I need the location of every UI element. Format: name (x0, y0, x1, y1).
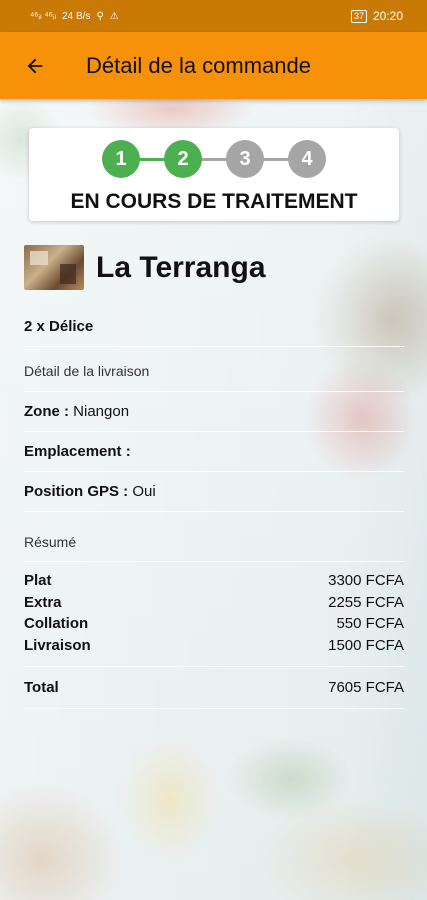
order-item: 2 x Délice (24, 317, 94, 335)
total-label: Total (24, 679, 59, 696)
order-item-row: 2 x Délice (24, 306, 404, 346)
summary-label: Plat (24, 572, 52, 589)
delivery-section-header: Détail de la livraison (24, 346, 404, 391)
arrow-left-icon (27, 58, 43, 73)
step-1: 1 (102, 140, 140, 178)
status-left: ⁴⁶ᵢₗ ⁴⁶ᵢₗ 24 B/s ⚲ ⚠ (30, 11, 119, 22)
summary-label: Extra (24, 593, 62, 611)
step-connector-2 (200, 158, 228, 161)
usb-icon: ⚲ (96, 10, 104, 22)
zone-value: Niangon (73, 403, 130, 420)
summary-line-livraison: Livraison 1500 FCFA (24, 635, 404, 657)
signal-icon: ⁴⁶ᵢₗ ⁴⁶ᵢₗ (30, 10, 57, 22)
battery-icon: 37 (350, 9, 367, 23)
page-title: Détail de la commande (86, 52, 312, 78)
restaurant-thumbnail (24, 245, 84, 290)
summary-label: Collation (24, 615, 89, 632)
app-bar: Détail de la commande (0, 32, 427, 99)
summary-line-collation: Collation 550 FCFA (24, 613, 404, 635)
warning-icon: ⚠ (109, 10, 119, 22)
order-status-text: EN COURS DE TRAITEMENT (70, 190, 358, 213)
summary-value: 2255 FCFA (328, 593, 404, 611)
step-connector-1 (138, 158, 166, 161)
summary-value: 550 FCFA (336, 615, 404, 632)
summary-value: 3300 FCFA (328, 572, 404, 589)
summary-section-header: Résumé (24, 511, 404, 561)
data-speed: 24 B/s (62, 10, 91, 22)
bottom-divider (24, 708, 404, 728)
progress-stepper: 1 2 3 4 (102, 140, 326, 178)
status-bar: ⁴⁶ᵢₗ ⁴⁶ᵢₗ 24 B/s ⚲ ⚠ 37 20:20 (0, 0, 427, 32)
total-value: 7605 FCFA (328, 679, 404, 696)
zone-label: Zone : (24, 403, 69, 420)
summary-section-label: Résumé (24, 533, 77, 550)
total-row: Total 7605 FCFA (24, 666, 404, 708)
step-2: 2 (164, 140, 202, 178)
summary-lines: Plat 3300 FCFA Extra 2255 FCFA Collation… (24, 561, 404, 666)
zone-row: Zone : Niangon (24, 391, 404, 431)
gps-value: Oui (132, 483, 156, 500)
restaurant-header: La Terranga (24, 245, 266, 290)
location-label: Emplacement : (24, 443, 131, 460)
gps-row: Position GPS : Oui (24, 471, 404, 511)
back-button[interactable] (0, 32, 70, 99)
order-details: 2 x Délice Détail de la livraison Zone :… (24, 306, 404, 728)
step-3: 3 (226, 140, 264, 178)
step-4: 4 (288, 140, 326, 178)
summary-line-extra: Extra 2255 FCFA (24, 592, 404, 614)
summary-label: Livraison (24, 636, 91, 654)
location-row: Emplacement : (24, 431, 404, 471)
gps-label: Position GPS : (24, 483, 129, 500)
status-time: 20:20 (372, 9, 403, 23)
delivery-section-label: Détail de la livraison (24, 363, 150, 379)
order-progress-card: 1 2 3 4 EN COURS DE TRAITEMENT (29, 128, 399, 221)
step-connector-3 (262, 158, 290, 161)
summary-line-plat: Plat 3300 FCFA (24, 570, 404, 592)
restaurant-name: La Terranga (96, 250, 266, 284)
status-right: 37 20:20 (350, 9, 403, 23)
summary-value: 1500 FCFA (328, 636, 404, 654)
